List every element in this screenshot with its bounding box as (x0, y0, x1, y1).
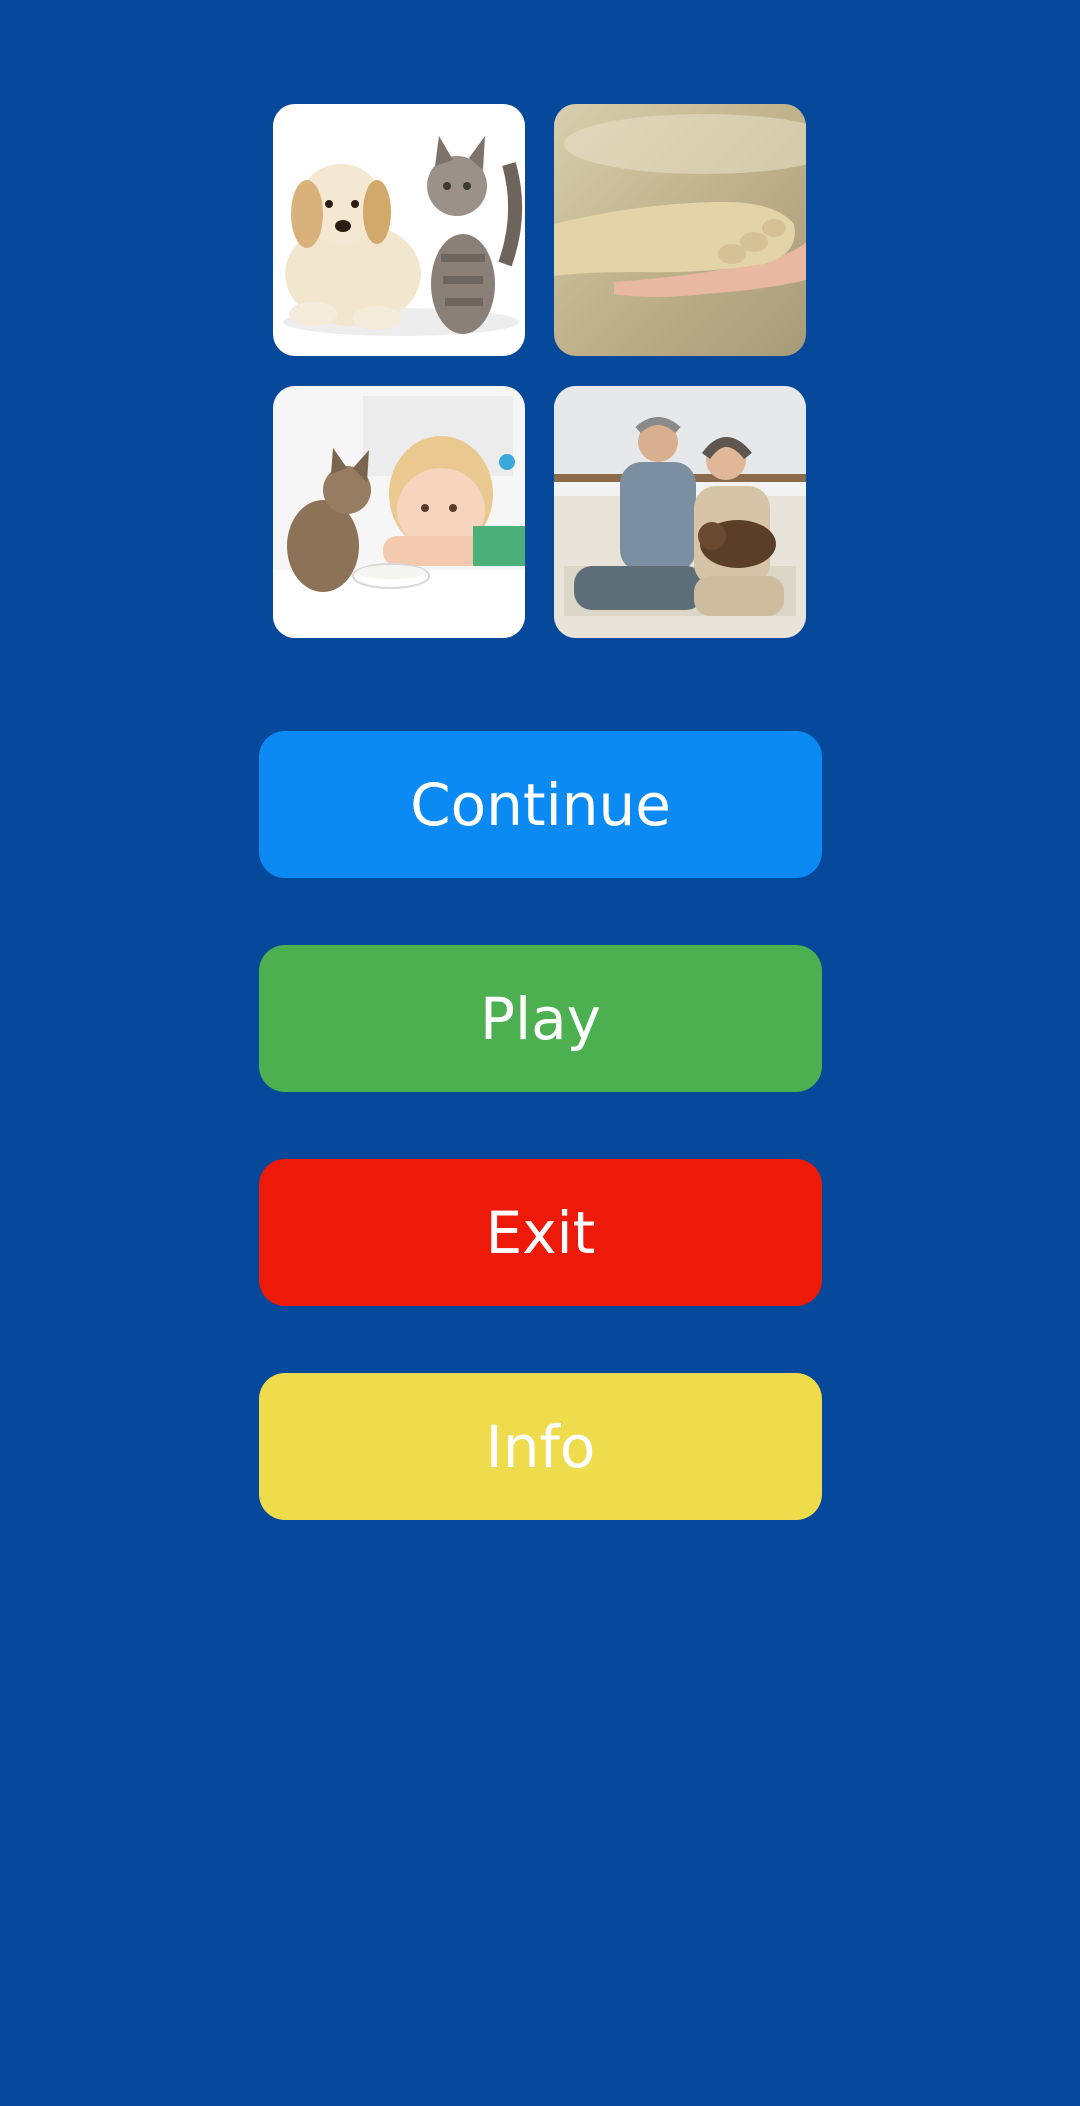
paw-in-hand-photo (554, 104, 806, 356)
girl-with-kitten-photo (273, 386, 525, 638)
puppy-and-kitten-photo (273, 104, 525, 356)
exit-button[interactable]: Exit (259, 1159, 822, 1306)
elderly-couple-with-dog-photo (554, 386, 806, 638)
info-button[interactable]: Info (259, 1373, 822, 1520)
play-button[interactable]: Play (259, 945, 822, 1092)
continue-button[interactable]: Continue (259, 731, 822, 878)
